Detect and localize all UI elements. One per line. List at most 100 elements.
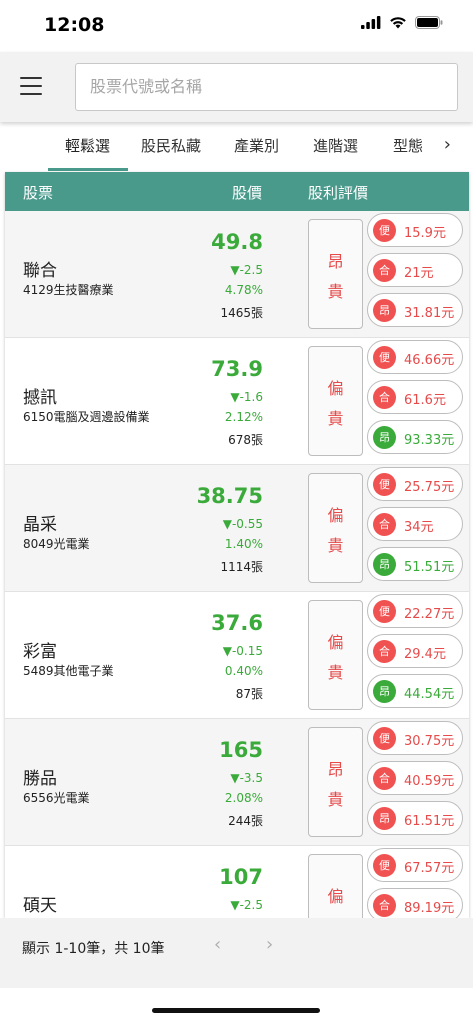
price-change: ▼-2.5 <box>230 263 263 277</box>
price-level-pill[interactable]: 便 30.75元 <box>367 721 463 755</box>
price-level-value: 34元 <box>404 520 434 535</box>
price-level-pill[interactable]: 合 61.6元 <box>367 380 463 414</box>
dividend-rating-button[interactable]: 偏貴 <box>308 346 363 456</box>
price-change: ▼-2.5 <box>230 898 263 912</box>
price-level-pill[interactable]: 合 21元 <box>367 253 463 287</box>
stock-price: 49.8 <box>211 230 263 254</box>
rating-char-2: 貴 <box>327 409 344 428</box>
stock-name: 晶采 <box>23 515 57 535</box>
rating-char-1: 偏 <box>327 379 344 398</box>
price-level-value: 22.27元 <box>404 607 455 622</box>
price-level-pill[interactable]: 昂 44.54元 <box>367 674 463 708</box>
price-change-percent: 1.40% <box>224 537 263 551</box>
price-level-pill[interactable]: 合 40.59元 <box>367 761 463 795</box>
header-stock: 股票 <box>23 184 54 202</box>
trade-volume: 87張 <box>235 687 263 701</box>
stock-row[interactable]: 聯合 4129生技醫療業 49.8 ▼-2.5 4.78% 1465張昂貴便 15.9元合 2… <box>5 211 469 338</box>
price-level-tag: 合 <box>373 513 396 536</box>
stock-price: 73.9 <box>211 357 263 381</box>
price-level-pill[interactable]: 昂 61.51元 <box>367 801 463 835</box>
battery-icon <box>415 16 443 29</box>
price-level-value: 29.4元 <box>404 647 446 662</box>
price-level-pill[interactable]: 昂 31.81元 <box>367 293 463 327</box>
price-level-pill[interactable]: 便 46.66元 <box>367 340 463 374</box>
price-level-value: 25.75元 <box>404 480 455 495</box>
dividend-rating-button[interactable]: 偏貴 <box>308 473 363 583</box>
rating-char-2: 貴 <box>327 282 344 301</box>
price-level-value: 15.9元 <box>404 226 446 241</box>
rating-char-1: 偏 <box>327 633 344 652</box>
price-change: ▼-3.5 <box>230 771 263 785</box>
price-level-pill[interactable]: 合 34元 <box>367 507 463 541</box>
price-change-percent: 2.12% <box>224 410 263 424</box>
price-change-percent: 0.40% <box>224 664 263 678</box>
tab-advanced[interactable]: 進階選 <box>313 135 358 156</box>
price-level-tag: 昂 <box>373 299 396 322</box>
next-page-button[interactable]: › <box>266 934 273 955</box>
stock-rows: 聯合 4129生技醫療業 49.8 ▼-2.5 4.78% 1465張昂貴便 15.9元合 2… <box>5 211 469 918</box>
price-level-pill[interactable]: 合 89.19元 <box>367 888 463 918</box>
rating-char-1: 昂 <box>327 760 344 779</box>
stock-code-industry: 6150電腦及週邊設備業 <box>23 410 150 424</box>
hamburger-menu-icon[interactable] <box>20 77 42 95</box>
tab-industry[interactable]: 產業別 <box>234 135 279 156</box>
price-level-value: 51.51元 <box>404 560 455 575</box>
tab-easy-pick[interactable]: 輕鬆選 <box>65 135 110 156</box>
price-level-tag: 昂 <box>373 680 396 703</box>
stock-row[interactable]: 晶采 8049光電業 38.75 ▼-0.55 1.40% 1114張偏貴便 25.75元合… <box>5 465 469 592</box>
stock-name: 聯合 <box>23 261 57 281</box>
price-level-pill[interactable]: 便 22.27元 <box>367 594 463 628</box>
header-rating: 股利評價 <box>308 184 369 202</box>
active-tab-indicator <box>48 168 128 171</box>
price-level-tag: 合 <box>373 386 396 409</box>
chevron-right-icon[interactable]: › <box>444 134 451 155</box>
dividend-rating-button[interactable]: 昂貴 <box>308 219 363 329</box>
price-level-tag: 便 <box>373 600 396 623</box>
bottom-safe-area <box>0 988 473 1024</box>
stock-row[interactable]: 勝品 6556光電業 165 ▼-3.5 2.08% 244張昂貴便 30.75元合 40.5… <box>5 719 469 846</box>
header-price: 股價 <box>232 184 263 202</box>
status-time: 12:08 <box>44 14 105 36</box>
price-level-value: 67.57元 <box>404 861 455 876</box>
dividend-rating-button[interactable]: 偏貴 <box>308 600 363 710</box>
home-indicator[interactable] <box>152 1008 320 1013</box>
rating-char-1: 昂 <box>327 252 344 271</box>
dividend-rating-button[interactable]: 偏 <box>308 854 363 918</box>
price-level-pill[interactable]: 便 15.9元 <box>367 213 463 247</box>
stock-list: 股票 股價 股利評價 聯合 4129生技醫療業 49.8 ▼-2.5 4.78% 1465… <box>5 172 469 918</box>
tab-pattern[interactable]: 型態 <box>393 135 423 156</box>
price-level-tag: 便 <box>373 854 396 877</box>
price-level-pill[interactable]: 便 25.75元 <box>367 467 463 501</box>
stock-row[interactable]: 碩天 107 ▼-2.5 偏 便 67.57元合 89.19元 <box>5 846 469 918</box>
dividend-rating-button[interactable]: 昂貴 <box>308 727 363 837</box>
search-input[interactable]: 股票代號或名稱 <box>75 63 458 111</box>
stock-code-industry: 5489其他電子業 <box>23 664 114 678</box>
trade-volume: 244張 <box>228 814 263 828</box>
trade-volume: 678張 <box>228 433 263 447</box>
price-level-tag: 昂 <box>373 553 396 576</box>
price-level-pill[interactable]: 昂 51.51元 <box>367 547 463 581</box>
signal-icon <box>361 16 381 29</box>
category-tabs: 輕鬆選 股民私藏 產業別 進階選 型態 › <box>0 122 473 172</box>
tab-investor-favorites[interactable]: 股民私藏 <box>141 135 201 156</box>
price-level-pill[interactable]: 便 67.57元 <box>367 848 463 882</box>
status-icons <box>361 16 443 29</box>
prev-page-button[interactable]: ‹ <box>214 934 221 955</box>
price-level-tag: 合 <box>373 767 396 790</box>
price-level-pill[interactable]: 昂 93.33元 <box>367 420 463 454</box>
stock-price: 165 <box>219 738 263 762</box>
page-info: 顯示 1-10筆，共 10筆 <box>22 941 165 957</box>
price-level-tag: 合 <box>373 640 396 663</box>
rating-char-1: 偏 <box>327 506 344 525</box>
price-change: ▼-0.15 <box>222 644 263 658</box>
stock-row[interactable]: 彩富 5489其他電子業 37.6 ▼-0.15 0.40% 87張偏貴便 22.27元合 2… <box>5 592 469 719</box>
price-level-tag: 便 <box>373 346 396 369</box>
price-level-pill[interactable]: 合 29.4元 <box>367 634 463 668</box>
stock-code-industry: 6556光電業 <box>23 791 90 805</box>
pagination-bar: 顯示 1-10筆，共 10筆 ‹ › <box>0 918 473 988</box>
stock-row[interactable]: 撼訊 6150電腦及週邊設備業 73.9 ▼-1.6 2.12% 678張偏貴便 46.66… <box>5 338 469 465</box>
stock-name: 勝品 <box>23 769 57 789</box>
price-level-tag: 便 <box>373 219 396 242</box>
price-level-value: 30.75元 <box>404 734 455 749</box>
price-level-value: 21元 <box>404 266 434 281</box>
